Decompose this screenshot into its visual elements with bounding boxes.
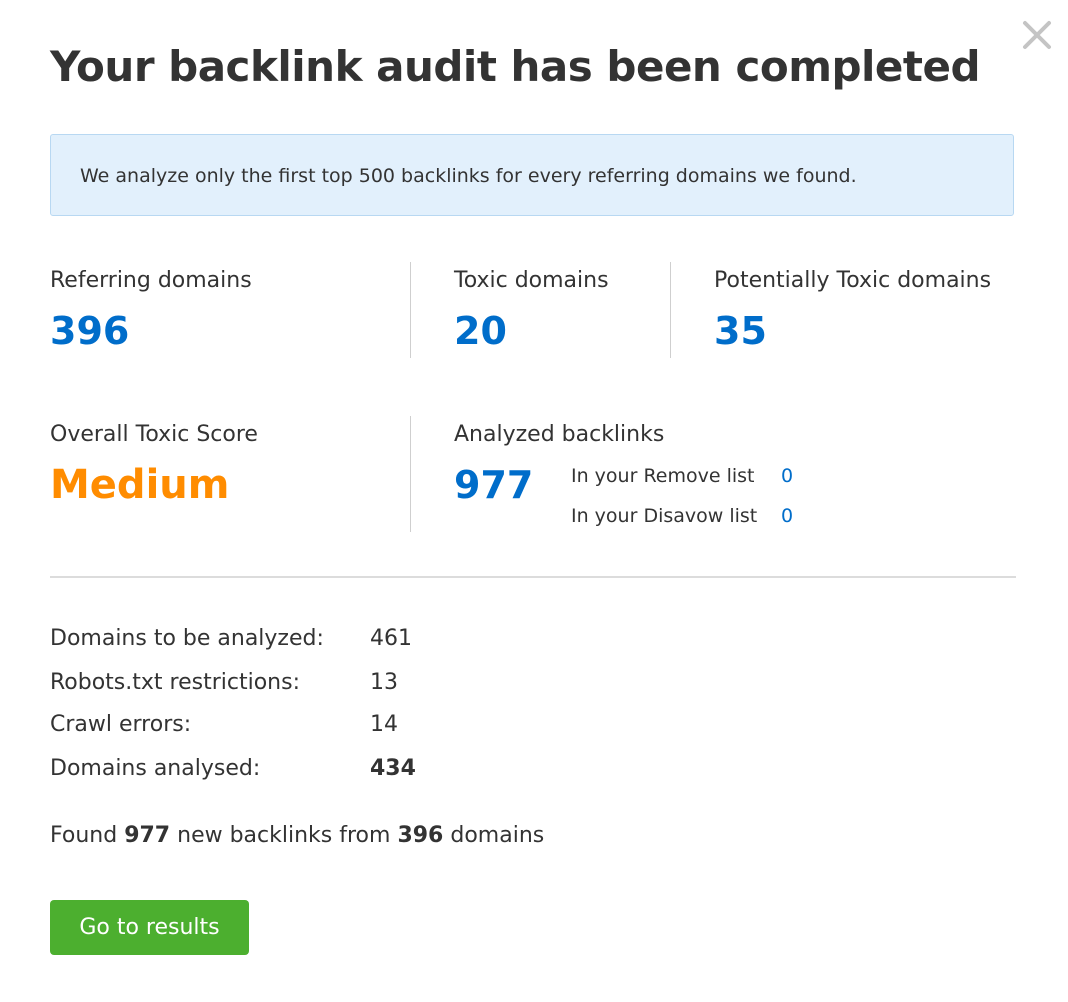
robots-restrictions-label: Robots.txt restrictions:	[50, 670, 300, 695]
potentially-toxic-domains-value[interactable]: 35	[714, 308, 767, 354]
referring-domains-value: 396	[50, 309, 130, 353]
disavow-list-count-link[interactable]: 0	[781, 504, 793, 528]
domains-analysed-label: Domains analysed:	[50, 756, 261, 781]
close-button[interactable]	[1018, 16, 1056, 54]
crawl-errors-value: 14	[370, 712, 398, 737]
stat-divider	[410, 416, 411, 532]
remove-list-label: In your Remove list	[571, 465, 755, 487]
info-banner-text: We analyze only the first top 500 backli…	[80, 165, 857, 187]
crawl-errors-label: Crawl errors:	[50, 712, 192, 737]
potentially-toxic-domains-label: Potentially Toxic domains	[714, 268, 992, 293]
analyzed-backlinks-label: Analyzed backlinks	[454, 422, 665, 447]
referring-domains-label: Referring domains	[50, 268, 252, 293]
domains-to-be-analyzed-label: Domains to be analyzed:	[50, 626, 324, 651]
summary-domains-count: 396	[397, 823, 444, 848]
remove-list-count-link[interactable]: 0	[781, 464, 793, 488]
robots-restrictions-value: 13	[370, 670, 398, 695]
domains-analysed-value: 434	[370, 756, 416, 781]
audit-complete-dialog: Your backlink audit has been completed W…	[0, 0, 1068, 1002]
summary-suffix: domains	[450, 823, 545, 848]
analyzed-backlinks-value[interactable]: 977	[454, 462, 533, 508]
close-icon	[1023, 21, 1051, 49]
results-summary: Found 977 new backlinks from 396 domains	[50, 822, 544, 850]
overall-toxic-score-value: Medium	[50, 462, 230, 508]
stat-divider	[670, 262, 671, 358]
toxic-domains-value[interactable]: 20	[454, 308, 507, 354]
summary-backlinks-count: 977	[124, 823, 171, 848]
dialog-title: Your backlink audit has been completed	[50, 42, 981, 91]
info-banner: We analyze only the first top 500 backli…	[50, 134, 1014, 216]
domains-to-be-analyzed-value: 461	[370, 626, 412, 651]
summary-middle: new backlinks from	[177, 823, 391, 848]
overall-toxic-score-label: Overall Toxic Score	[50, 422, 258, 447]
go-to-results-button[interactable]: Go to results	[50, 900, 249, 955]
summary-prefix: Found	[50, 823, 118, 848]
stat-divider	[410, 262, 411, 358]
disavow-list-label: In your Disavow list	[571, 505, 758, 527]
section-divider	[50, 576, 1016, 578]
toxic-domains-label: Toxic domains	[454, 268, 609, 293]
